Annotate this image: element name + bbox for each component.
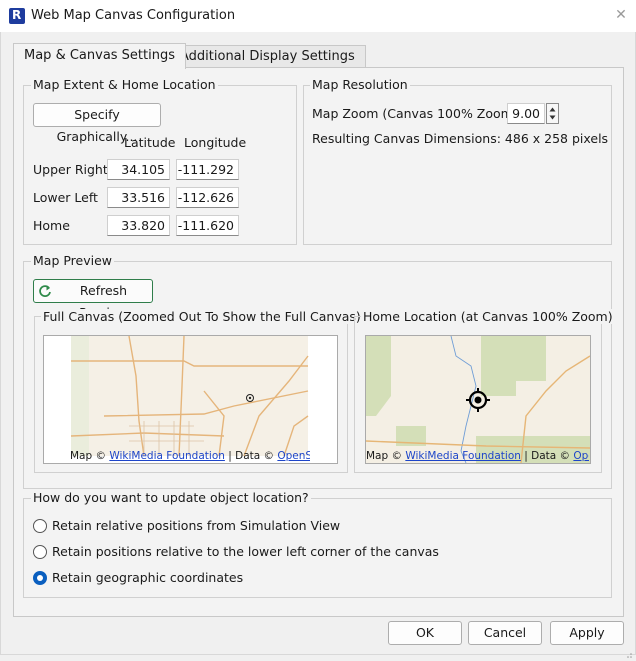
attrib-prefix: Map © bbox=[70, 450, 110, 462]
spinner-arrows-icon bbox=[549, 107, 556, 120]
specify-graphically-button[interactable]: Specify Graphically... bbox=[33, 103, 161, 144]
radio-geographic-coordinates[interactable] bbox=[33, 571, 47, 585]
radio-relative-simulation-view[interactable] bbox=[33, 519, 47, 533]
wikimedia-link[interactable]: WikiMedia Foundation bbox=[405, 450, 521, 462]
map-resolution-group-title: Map Resolution bbox=[310, 77, 410, 92]
latitude-header: Latitude bbox=[124, 135, 176, 150]
home-location-map-image bbox=[366, 336, 590, 463]
wikimedia-link[interactable]: WikiMedia Foundation bbox=[109, 450, 225, 462]
openstreetmap-link[interactable]: OpenSt bbox=[573, 450, 589, 462]
home-location-attribution: Map © WikiMedia Foundation | Data © Open… bbox=[366, 450, 589, 462]
app-icon: R bbox=[9, 8, 25, 24]
window-title: Web Map Canvas Configuration bbox=[31, 8, 236, 23]
close-icon[interactable]: ✕ bbox=[612, 6, 630, 24]
full-canvas-title: Full Canvas (Zoomed Out To Show the Full… bbox=[41, 309, 363, 324]
radio-relative-lower-left[interactable] bbox=[33, 545, 47, 559]
lower-left-latitude-field[interactable]: 33.516 bbox=[107, 187, 170, 208]
home-location-title: Home Location (at Canvas 100% Zoom) bbox=[361, 309, 615, 324]
full-canvas-attribution: Map © WikiMedia Foundation | Data © Open… bbox=[70, 450, 310, 462]
lower-left-longitude-field[interactable]: -112.626 bbox=[176, 187, 239, 208]
full-canvas-map bbox=[43, 335, 338, 464]
option-relative-simulation-view-label[interactable]: Retain relative positions from Simulatio… bbox=[52, 518, 340, 533]
map-preview-group-title: Map Preview bbox=[31, 253, 115, 268]
upper-right-label: Upper Right bbox=[33, 162, 108, 177]
canvas-dimensions-text: Resulting Canvas Dimensions: 486 x 258 p… bbox=[312, 131, 609, 146]
cancel-button[interactable]: Cancel bbox=[468, 621, 542, 645]
upper-right-longitude-field[interactable]: -111.292 bbox=[176, 159, 239, 180]
home-label: Home bbox=[33, 218, 70, 233]
tab-additional-display-settings[interactable]: Additional Display Settings bbox=[169, 45, 366, 68]
ok-button[interactable]: OK bbox=[388, 621, 462, 645]
attrib-mid: | Data © bbox=[224, 450, 278, 462]
tab-map-canvas-settings[interactable]: Map & Canvas Settings bbox=[13, 43, 187, 69]
map-zoom-field[interactable]: 9.00 bbox=[507, 103, 545, 124]
attrib-prefix: Map © bbox=[366, 450, 406, 462]
refresh-icon bbox=[39, 285, 51, 297]
refresh-preview-button[interactable]: Refresh Preview bbox=[33, 279, 153, 320]
resize-grip-icon[interactable] bbox=[626, 646, 632, 658]
openstreetmap-link[interactable]: OpenStree bbox=[277, 450, 310, 462]
longitude-header: Longitude bbox=[184, 135, 247, 150]
map-zoom-label: Map Zoom (Canvas 100% Zoom) bbox=[312, 106, 518, 121]
apply-button[interactable]: Apply bbox=[550, 621, 624, 645]
location-update-group-title: How do you want to update object locatio… bbox=[31, 490, 311, 505]
home-latitude-field[interactable]: 33.820 bbox=[107, 215, 170, 236]
attrib-mid: | Data © bbox=[520, 450, 574, 462]
upper-right-latitude-field[interactable]: 34.105 bbox=[107, 159, 170, 180]
map-extent-group-title: Map Extent & Home Location bbox=[31, 77, 218, 92]
option-relative-lower-left-label[interactable]: Retain positions relative to the lower l… bbox=[52, 544, 439, 559]
home-location-map bbox=[365, 335, 591, 464]
option-geographic-coordinates-label[interactable]: Retain geographic coordinates bbox=[52, 570, 243, 585]
home-longitude-field[interactable]: -111.620 bbox=[176, 215, 239, 236]
map-zoom-spinner[interactable] bbox=[546, 103, 559, 124]
full-canvas-map-image bbox=[70, 336, 309, 457]
lower-left-label: Lower Left bbox=[33, 190, 98, 205]
